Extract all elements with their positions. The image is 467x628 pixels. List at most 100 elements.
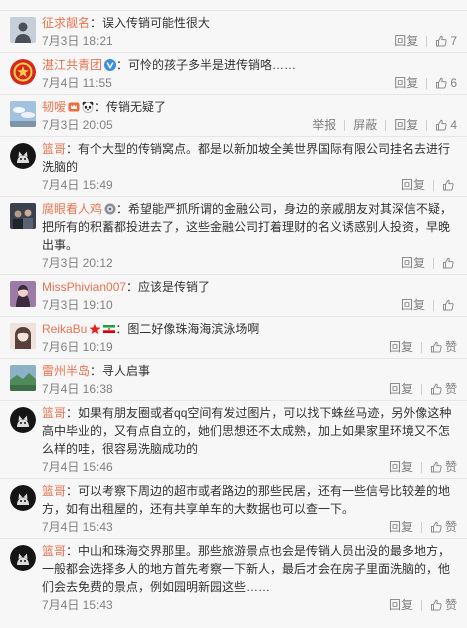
portrait-avatar[interactable] <box>10 281 36 307</box>
user-name-link[interactable]: MissPhivian007 <box>42 280 126 294</box>
cat-avatar[interactable] <box>10 545 36 571</box>
user-name-link[interactable]: ReikaBu <box>42 322 87 336</box>
comment-meta: 7月4日 15:49 回复 <box>42 176 457 194</box>
panda-icon <box>82 101 94 113</box>
user-name-link[interactable]: 征求靓名 <box>42 16 90 30</box>
comment-text: 韧嗳 ：传销无疑了 <box>42 98 457 116</box>
comment-body: ：有个大型的传销窝点。都是以新加坡全美世界国际有限公司挂名去进行洗脑的 <box>42 142 451 174</box>
comment-actions: 回复 赞 <box>389 338 457 356</box>
thumbs-up-icon <box>430 461 442 473</box>
like-button[interactable] <box>442 257 457 269</box>
comment-meta: 7月4日 15:43 回复 赞 <box>42 596 457 614</box>
user-name-link[interactable]: 雷州半岛 <box>42 364 90 378</box>
landscape-avatar[interactable] <box>10 365 36 391</box>
logo-avatar[interactable] <box>10 59 36 85</box>
thumbs-up-icon <box>442 299 454 311</box>
reply-link[interactable]: 回复 <box>389 458 413 476</box>
comment-item: 腐眼看人鸡 ：希望能严抓所谓的金融公司，身边的亲戚朋友对其深信不疑，把所有的积蓄都… <box>0 196 467 274</box>
person-avatar[interactable] <box>10 17 36 43</box>
like-button[interactable]: 7 <box>435 32 457 50</box>
like-button[interactable]: 6 <box>435 74 457 92</box>
thumbs-up-icon <box>430 383 442 395</box>
like-count: 6 <box>450 76 457 90</box>
thumbs-up-icon <box>435 119 447 131</box>
comment-time: 7月6日 10:19 <box>42 340 113 354</box>
comment-item: 湛江共青团 ：可怜的孩子多半是进传销咯…… 7月4日 11:55 回复 6 <box>0 52 467 94</box>
comment-actions: 回复 赞 <box>389 518 457 536</box>
user-name-link[interactable]: 腐眼看人鸡 <box>42 202 102 216</box>
thumbs-up-icon <box>442 179 454 191</box>
user-name-link[interactable]: 篮哥 <box>42 544 66 558</box>
reply-link[interactable]: 回复 <box>389 518 413 536</box>
comment-body: ：可以考察下周边的超市或者路边的那些民居，还有一些信号比较差的地方，如有出租屋的… <box>42 484 451 516</box>
like-button[interactable] <box>442 179 457 191</box>
comment-actions: 回复 6 <box>394 74 457 92</box>
sky-avatar[interactable] <box>10 101 36 127</box>
reply-link[interactable]: 回复 <box>401 296 425 314</box>
comment-body: ：图二好像珠海海滨泳场啊 <box>115 322 260 336</box>
comment-body: ：寻人启事 <box>90 364 151 378</box>
reply-link[interactable]: 回复 <box>394 74 418 92</box>
thumbs-up-icon <box>430 521 442 533</box>
reply-link[interactable]: 回复 <box>389 596 413 614</box>
comment-text: 篮哥：可以考察下周边的超市或者路边的那些民居，还有一些信号比较差的地方，如有出租… <box>42 482 457 518</box>
flag-icon <box>103 323 116 335</box>
star-icon <box>89 323 101 335</box>
action-divider <box>433 257 434 269</box>
cat-avatar[interactable] <box>10 143 36 169</box>
comment-time: 7月3日 20:05 <box>42 118 113 132</box>
comment-item: 韧嗳 ：传销无疑了 7月3日 20:05 举报 屏蔽 回复 4 <box>0 94 467 136</box>
reply-link[interactable]: 回复 <box>389 380 413 398</box>
comment-actions: 回复 <box>401 296 457 314</box>
comment-actions: 回复 7 <box>394 32 457 50</box>
action-divider <box>420 461 422 473</box>
comment-time: 7月4日 15:49 <box>42 178 113 192</box>
action-divider <box>433 299 434 311</box>
like-count: 赞 <box>444 460 457 474</box>
cat-avatar[interactable] <box>10 407 36 433</box>
reply-link[interactable]: 回复 <box>389 338 413 356</box>
comment-time: 7月4日 15:43 <box>42 520 113 534</box>
reply-link[interactable]: 回复 <box>401 254 425 272</box>
comment-meta: 7月3日 18:21 回复 7 <box>42 32 457 50</box>
comment-item: 篮哥：有个大型的传销窝点。都是以新加坡全美世界国际有限公司挂名去进行洗脑的 7月4… <box>0 136 467 196</box>
comment-actions: 举报 屏蔽 回复 4 <box>312 116 457 134</box>
comment-meta: 7月4日 11:55 回复 6 <box>42 74 457 92</box>
like-count: 赞 <box>444 598 457 612</box>
like-button[interactable]: 赞 <box>430 596 457 614</box>
member-icon <box>68 101 80 113</box>
like-button[interactable]: 赞 <box>430 518 457 536</box>
comment-text: ReikaBu ：图二好像珠海海滨泳场啊 <box>42 320 457 338</box>
girl-avatar[interactable] <box>10 323 36 349</box>
reply-link[interactable]: 回复 <box>394 32 418 50</box>
group-avatar[interactable] <box>10 203 36 229</box>
comment-item: 征求靓名：误入传销可能性很大 7月3日 18:21 回复 7 <box>0 10 467 52</box>
comment-text: MissPhivian007：应该是传销了 <box>42 278 457 296</box>
like-button[interactable]: 赞 <box>430 458 457 476</box>
comment-text: 篮哥：有个大型的传销窝点。都是以新加坡全美世界国际有限公司挂名去进行洗脑的 <box>42 140 457 176</box>
like-button[interactable]: 4 <box>435 116 457 134</box>
user-name-link[interactable]: 韧嗳 <box>42 100 66 114</box>
like-button[interactable] <box>442 299 457 311</box>
user-name-link[interactable]: 篮哥 <box>42 142 66 156</box>
comment-body: ：可怜的孩子多半是进传销咯…… <box>116 58 297 72</box>
user-name-link[interactable]: 篮哥 <box>42 406 66 420</box>
comment-meta: 7月4日 16:38 回复 赞 <box>42 380 457 398</box>
like-button[interactable]: 赞 <box>430 380 457 398</box>
user-name-link[interactable]: 湛江共青团 <box>42 58 102 72</box>
comment-item: ReikaBu ：图二好像珠海海滨泳场啊 7月6日 10:19 回复 赞 <box>0 316 467 358</box>
block-link[interactable]: 屏蔽 <box>353 116 377 134</box>
comment-meta: 7月4日 15:46 回复 赞 <box>42 458 457 476</box>
report-link[interactable]: 举报 <box>312 116 336 134</box>
comment-body: ：误入传销可能性很大 <box>90 16 211 30</box>
like-button[interactable]: 赞 <box>430 338 457 356</box>
reply-link[interactable]: 回复 <box>401 176 425 194</box>
comment-actions: 回复 赞 <box>389 596 457 614</box>
reply-link[interactable]: 回复 <box>394 116 418 134</box>
comment-body: ：中山和珠海交界那里。那些旅游景点也会是传销人员出没的最多地方，一般都会选择多人… <box>42 544 451 594</box>
cat-avatar[interactable] <box>10 485 36 511</box>
comment-text: 篮哥：如果有朋友圈或者qq空间有发过图片，可以找下蛛丝马迹，另外像这种高中毕业的… <box>42 404 457 458</box>
badge-icon <box>104 203 116 215</box>
user-name-link[interactable]: 篮哥 <box>42 484 66 498</box>
comment-text: 篮哥：中山和珠海交界那里。那些旅游景点也会是传销人员出没的最多地方，一般都会选择… <box>42 542 457 596</box>
